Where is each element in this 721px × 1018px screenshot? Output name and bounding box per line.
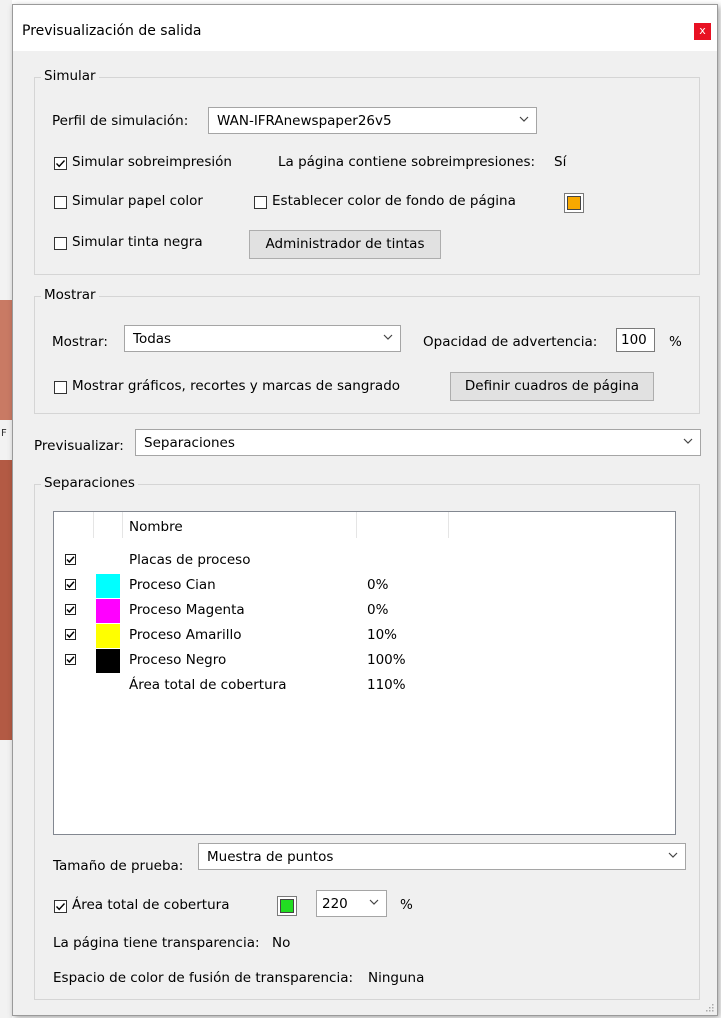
column-separator: [93, 512, 94, 538]
background-shape: [0, 300, 12, 420]
separation-row[interactable]: Proceso Cian 0%: [54, 573, 675, 598]
mostrar-select[interactable]: Todas: [124, 325, 401, 352]
contiene-sobreimpresiones-label: La página contiene sobreimpresiones:: [278, 154, 536, 170]
chevron-down-icon: [383, 334, 393, 340]
definir-cuadros-button[interactable]: Definir cuadros de página: [450, 372, 654, 401]
fondo-pagina-checkbox[interactable]: [254, 196, 267, 209]
separation-name: Área total de cobertura: [129, 677, 287, 693]
column-separator: [356, 512, 357, 538]
espacio-color-value: Ninguna: [368, 970, 425, 986]
opacidad-unit: %: [669, 334, 682, 350]
mostrar-value: Todas: [133, 331, 172, 347]
separation-name: Placas de proceso: [129, 552, 251, 568]
area-total-value: 220: [322, 896, 348, 912]
separaciones-legend: Separaciones: [41, 475, 138, 491]
previsualizar-select[interactable]: Separaciones: [135, 429, 701, 456]
tamano-prueba-value: Muestra de puntos: [207, 849, 334, 865]
espacio-color-label: Espacio de color de fusión de transparen…: [53, 970, 354, 986]
transparencia-label: La página tiene transparencia:: [53, 935, 260, 951]
area-total-color-button[interactable]: [277, 896, 297, 916]
background-shape: [0, 460, 12, 740]
separation-name: Proceso Amarillo: [129, 627, 242, 643]
black-swatch: [96, 649, 120, 673]
column-separator: [448, 512, 449, 538]
contiene-sobreimpresiones-value: Sí: [554, 154, 567, 170]
transparencia-value: No: [272, 935, 291, 951]
chevron-down-icon: [519, 116, 529, 122]
close-button[interactable]: x: [694, 23, 711, 40]
separation-row[interactable]: Proceso Amarillo 10%: [54, 623, 675, 648]
area-total-select[interactable]: 220: [316, 890, 387, 917]
column-separator: [122, 512, 123, 538]
close-icon: x: [699, 24, 706, 37]
dialog-title: Previsualización de salida: [22, 23, 202, 39]
row-checkbox[interactable]: [65, 604, 76, 615]
tamano-prueba-label: Tamaño de prueba:: [53, 858, 184, 874]
perfil-label: Perfil de simulación:: [52, 113, 189, 129]
previsualizar-label: Previsualizar:: [34, 438, 124, 454]
simular-group: Simular Perfil de simulación: WAN-IFRAne…: [34, 68, 700, 275]
chevron-down-icon: [369, 899, 379, 905]
area-total-color-swatch: [280, 899, 294, 913]
perfil-select[interactable]: WAN-IFRAnewspaper26v5: [208, 107, 537, 134]
simular-papel-color-checkbox[interactable]: [54, 196, 67, 209]
row-checkbox[interactable]: [65, 629, 76, 640]
opacidad-input[interactable]: 100: [616, 328, 655, 352]
separation-name: Proceso Magenta: [129, 602, 245, 618]
perfil-value: WAN-IFRAnewspaper26v5: [217, 113, 392, 129]
simular-tinta-negra-checkbox[interactable]: [54, 237, 67, 250]
yellow-swatch: [96, 624, 120, 648]
area-total-unit: %: [400, 897, 413, 913]
opacidad-label: Opacidad de advertencia:: [423, 334, 598, 350]
mostrar-group: Mostrar Mostrar: Todas Opacidad de adver…: [34, 287, 700, 414]
resize-grip-icon[interactable]: [704, 1002, 714, 1012]
separation-percent: 0%: [367, 602, 389, 618]
output-preview-dialog: Previsualización de salida x Simular Per…: [12, 4, 718, 1016]
row-checkbox[interactable]: [65, 554, 76, 565]
mostrar-legend: Mostrar: [41, 287, 99, 303]
mostrar-graficos-label[interactable]: Mostrar gráficos, recortes y marcas de s…: [72, 378, 400, 394]
separation-percent: 0%: [367, 577, 389, 593]
separation-percent: 110%: [367, 677, 406, 693]
magenta-swatch: [96, 599, 120, 623]
area-total-label[interactable]: Área total de cobertura: [72, 897, 229, 913]
simular-legend: Simular: [41, 68, 99, 84]
separation-percent: 10%: [367, 627, 398, 643]
chevron-down-icon: [683, 438, 693, 444]
row-checkbox[interactable]: [65, 579, 76, 590]
title-bar[interactable]: Previsualización de salida x: [13, 5, 717, 51]
cyan-swatch: [96, 574, 120, 598]
separation-row: Área total de cobertura 110%: [54, 673, 675, 698]
column-header-nombre[interactable]: Nombre: [129, 519, 183, 535]
separation-row[interactable]: Proceso Magenta 0%: [54, 598, 675, 623]
separation-row[interactable]: Placas de proceso: [54, 548, 675, 573]
simular-sobreimpresion-checkbox[interactable]: [54, 157, 67, 170]
mostrar-graficos-checkbox[interactable]: [54, 381, 67, 394]
separation-name: Proceso Negro: [129, 652, 227, 668]
tamano-prueba-select[interactable]: Muestra de puntos: [198, 843, 686, 870]
row-checkbox[interactable]: [65, 654, 76, 665]
separation-name: Proceso Cian: [129, 577, 216, 593]
simular-sobreimpresion-label[interactable]: Simular sobreimpresión: [72, 154, 232, 170]
separation-row[interactable]: Proceso Negro 100%: [54, 648, 675, 673]
fondo-color-swatch: [567, 196, 581, 210]
area-total-checkbox[interactable]: [54, 900, 67, 913]
administrador-tintas-button[interactable]: Administrador de tintas: [249, 230, 441, 259]
fondo-pagina-label[interactable]: Establecer color de fondo de página: [272, 193, 516, 209]
chevron-down-icon: [668, 852, 678, 858]
simular-tinta-negra-label[interactable]: Simular tinta negra: [72, 234, 203, 250]
checkmark-icon: [55, 160, 66, 168]
separation-percent: 100%: [367, 652, 406, 668]
checkmark-icon: [55, 903, 66, 911]
simular-papel-color-label[interactable]: Simular papel color: [72, 193, 203, 209]
previsualizar-value: Separaciones: [144, 435, 235, 451]
background-text: F: [1, 428, 7, 439]
separations-list[interactable]: Nombre Placas de proceso Proceso Cian 0%…: [53, 511, 676, 835]
mostrar-label: Mostrar:: [52, 334, 108, 350]
fondo-color-swatch-button[interactable]: [564, 193, 584, 213]
background-document: F: [0, 0, 12, 1018]
